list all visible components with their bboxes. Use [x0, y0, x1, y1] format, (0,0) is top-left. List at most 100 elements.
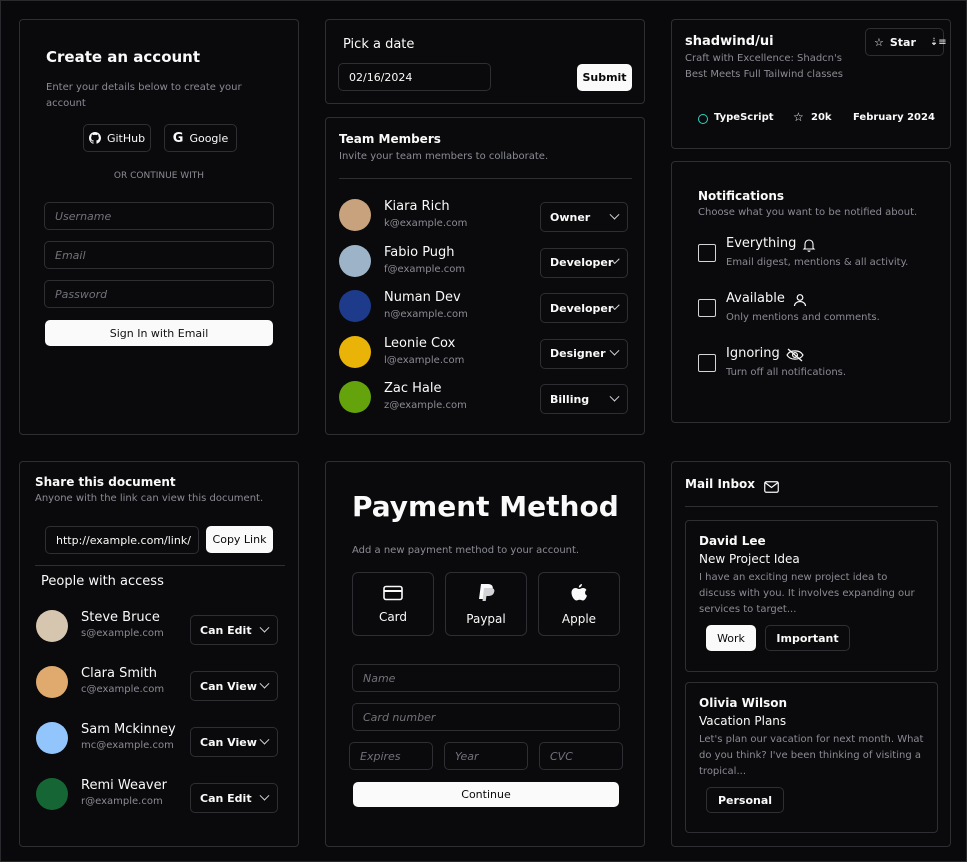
payment-method-label: Paypal: [466, 611, 506, 626]
notification-label: Ignoring: [726, 346, 780, 361]
card-number-input[interactable]: [352, 703, 620, 731]
date-value: 02/16/2024: [349, 70, 413, 84]
stars-star-icon: ☆: [793, 110, 804, 124]
mail-tag[interactable]: Personal: [706, 787, 784, 813]
repo-stars: 20k: [811, 112, 832, 123]
payment-title: Payment Method: [352, 490, 619, 523]
member-name: Fabio Pugh: [384, 244, 455, 260]
role-value: Developer: [550, 301, 614, 315]
chevron-down-icon: [259, 734, 270, 745]
copy-link-button[interactable]: Copy Link: [206, 526, 273, 553]
cvc-input[interactable]: [539, 742, 623, 770]
github-icon: [88, 132, 101, 144]
notification-label: Available: [726, 291, 785, 306]
role-select[interactable]: Designer: [540, 338, 628, 369]
continue-with-divider: OR CONTINUE WITH: [113, 171, 205, 181]
permission-value: Can Edit: [200, 791, 252, 805]
avatar: [36, 610, 68, 642]
member-name: Numan Dev: [384, 290, 461, 305]
mail-preview: Let's plan our vacation for next month. …: [699, 734, 924, 777]
role-select[interactable]: Developer: [540, 247, 628, 278]
payment-method-paypal[interactable]: Paypal: [445, 572, 527, 636]
repo-language: TypeScript: [714, 112, 774, 123]
date-input[interactable]: 02/16/2024: [338, 63, 491, 91]
continue-button[interactable]: Continue: [353, 782, 619, 807]
google-label: Google: [189, 131, 229, 145]
github-button[interactable]: GitHub: [83, 124, 151, 152]
share-subtitle: Anyone with the link can view this docum…: [35, 493, 264, 504]
year-input[interactable]: [444, 742, 528, 770]
team-member-row: Leonie Cox l@example.com Designer: [326, 333, 644, 373]
notification-checkbox[interactable]: [698, 354, 716, 372]
team-title: Team Members: [339, 132, 441, 146]
payment-method-card: Payment Method Add a new payment method …: [325, 461, 645, 847]
create-account-card: Create an account Enter your details bel…: [19, 19, 299, 435]
password-input[interactable]: [44, 280, 274, 308]
team-member-row: Fabio Pugh f@example.com Developer: [326, 242, 644, 282]
share-document-card: Share this document Anyone with the link…: [19, 461, 299, 847]
mail-preview: I have an exciting new project idea to d…: [699, 572, 915, 615]
email-input[interactable]: [44, 241, 274, 269]
team-member-row: Numan Dev n@example.com Developer: [326, 287, 644, 327]
payment-method-label: Apple: [561, 611, 597, 626]
sort-icon[interactable]: ⇣≡: [930, 37, 947, 48]
permission-select[interactable]: Can Edit: [190, 783, 278, 813]
member-name: Leonie Cox: [384, 335, 456, 351]
avatar: [339, 290, 371, 322]
bell-icon: [802, 237, 816, 256]
payment-subtitle: Add a new payment method to your account…: [352, 545, 580, 556]
permission-select[interactable]: Can View: [190, 727, 278, 757]
role-select[interactable]: Billing: [540, 384, 628, 414]
google-button[interactable]: G Google: [164, 124, 237, 152]
permission-value: Can View: [200, 679, 257, 693]
language-indicator: [698, 114, 708, 124]
expires-input[interactable]: [349, 742, 433, 770]
payment-method-apple[interactable]: Apple: [538, 572, 620, 636]
people-access-title: People with access: [41, 574, 164, 589]
payment-method-label: Card: [378, 609, 408, 624]
avatar: [339, 335, 371, 368]
notification-description: Email digest, mentions & all activity.: [726, 257, 909, 268]
permission-select[interactable]: Can View: [190, 671, 278, 701]
member-name: Zac Hale: [384, 381, 442, 396]
payment-method-card[interactable]: Card: [352, 572, 434, 636]
member-email: n@example.com: [384, 309, 468, 320]
role-select[interactable]: Owner: [540, 202, 628, 232]
person-email: mc@example.com: [81, 740, 174, 751]
username-input[interactable]: [44, 202, 274, 230]
apple-icon: [570, 583, 588, 606]
person-name: Steve Bruce: [81, 610, 160, 625]
inbox-title: Mail Inbox: [685, 477, 756, 491]
mail-item[interactable]: David Lee New Project Idea I have an excit…: [685, 520, 938, 672]
star-button[interactable]: ☆ Star ⇣≡: [865, 28, 947, 56]
chevron-down-icon: [259, 790, 270, 801]
permission-select[interactable]: Can Edit: [190, 615, 278, 645]
notification-description: Only mentions and comments.: [726, 312, 880, 323]
person-email: s@example.com: [81, 628, 164, 639]
mail-tag[interactable]: Important: [765, 625, 850, 651]
mail-item[interactable]: Olivia Wilson Vacation Plans Let's plan ou…: [685, 682, 938, 833]
mail-inbox-card: Mail Inbox David Lee New Project Idea I ha…: [671, 461, 951, 847]
chevron-down-icon: [609, 345, 620, 356]
notification-checkbox[interactable]: [698, 299, 716, 317]
person-name: Remi Weaver: [81, 778, 167, 793]
chevron-down-icon: [609, 209, 620, 220]
notification-checkbox[interactable]: [698, 244, 716, 262]
date-picker-card: Pick a date 02/16/2024 Submit: [325, 19, 645, 104]
sign-in-email-button[interactable]: Sign In with Email: [45, 320, 273, 346]
team-members-card: Team Members Invite your team members to…: [325, 117, 645, 435]
role-select[interactable]: Developer: [540, 293, 628, 323]
repo-name[interactable]: shadwind/ui: [685, 34, 774, 49]
notifications-subtitle: Choose what you want to be notified abou…: [698, 207, 918, 218]
github-label: GitHub: [106, 131, 146, 145]
google-icon: G: [172, 130, 184, 146]
date-submit-button[interactable]: Submit: [577, 64, 632, 91]
star-label: Star: [889, 35, 916, 49]
credit-card-icon: [383, 585, 403, 604]
share-title: Share this document: [35, 475, 176, 489]
eye-off-icon: [786, 347, 804, 366]
mail-tag[interactable]: Work: [706, 625, 756, 651]
name-input[interactable]: [352, 664, 620, 692]
share-link-input[interactable]: http://example.com/link/: [45, 526, 199, 554]
person-name: Sam Mckinney: [81, 722, 176, 737]
